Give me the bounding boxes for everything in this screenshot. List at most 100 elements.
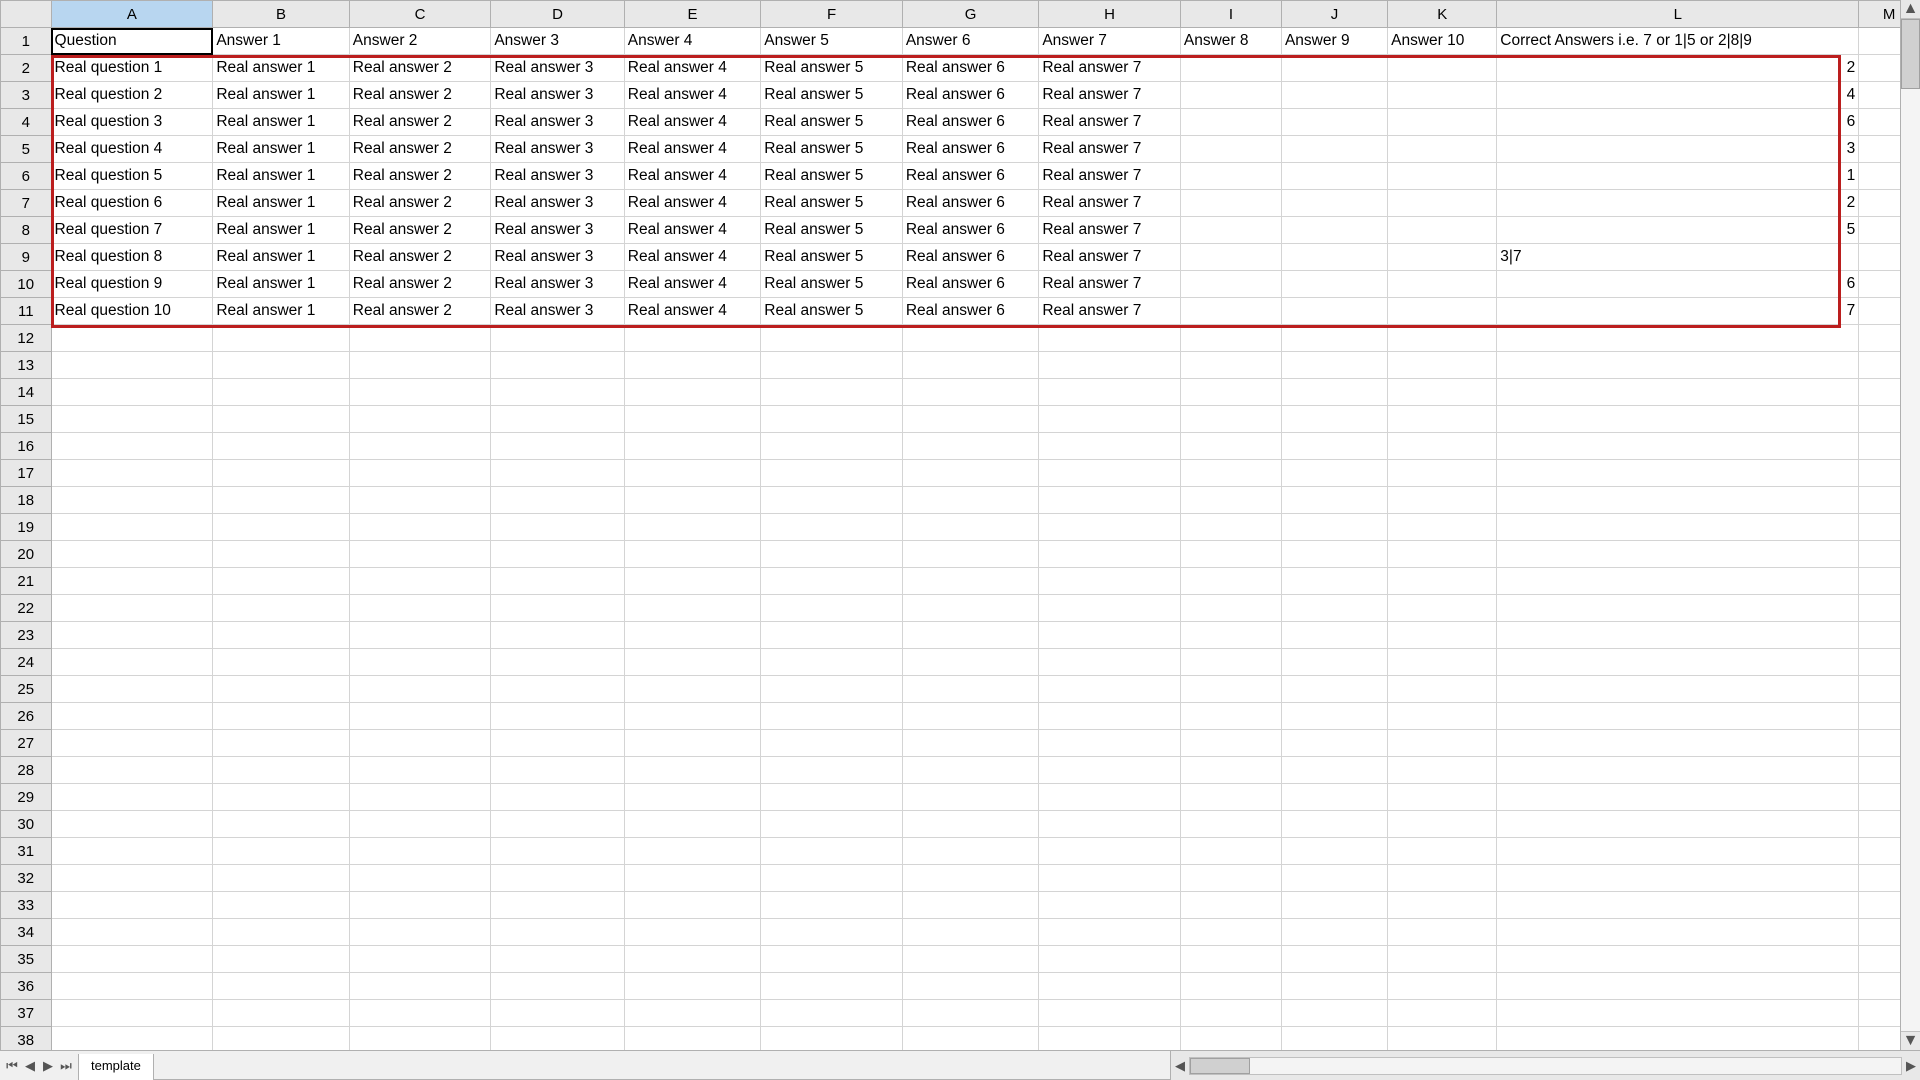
- cell-C4[interactable]: Real answer 2: [349, 109, 491, 136]
- cell-L33[interactable]: [1497, 892, 1859, 919]
- cell-C22[interactable]: [349, 595, 491, 622]
- cell-G29[interactable]: [902, 784, 1038, 811]
- cell-F32[interactable]: [761, 865, 903, 892]
- cell-C17[interactable]: [349, 460, 491, 487]
- cell-A34[interactable]: [51, 919, 213, 946]
- cell-B22[interactable]: [213, 595, 349, 622]
- cell-J29[interactable]: [1281, 784, 1387, 811]
- cell-L29[interactable]: [1497, 784, 1859, 811]
- cell-C16[interactable]: [349, 433, 491, 460]
- cell-J22[interactable]: [1281, 595, 1387, 622]
- cell-L1[interactable]: Correct Answers i.e. 7 or 1|5 or 2|8|9: [1497, 28, 1859, 55]
- cell-K9[interactable]: [1388, 244, 1497, 271]
- row-header-35[interactable]: 35: [1, 946, 52, 973]
- cell-A18[interactable]: [51, 487, 213, 514]
- row-header-10[interactable]: 10: [1, 271, 52, 298]
- cell-C18[interactable]: [349, 487, 491, 514]
- cell-D22[interactable]: [491, 595, 624, 622]
- row-header-19[interactable]: 19: [1, 514, 52, 541]
- cell-F16[interactable]: [761, 433, 903, 460]
- cell-C33[interactable]: [349, 892, 491, 919]
- cell-G16[interactable]: [902, 433, 1038, 460]
- cell-G2[interactable]: Real answer 6: [902, 55, 1038, 82]
- cell-A24[interactable]: [51, 649, 213, 676]
- cell-H27[interactable]: [1039, 730, 1181, 757]
- cell-I25[interactable]: [1180, 676, 1281, 703]
- cell-C25[interactable]: [349, 676, 491, 703]
- cell-D15[interactable]: [491, 406, 624, 433]
- cell-G18[interactable]: [902, 487, 1038, 514]
- cell-D5[interactable]: Real answer 3: [491, 136, 624, 163]
- cell-E24[interactable]: [624, 649, 760, 676]
- cell-J26[interactable]: [1281, 703, 1387, 730]
- row-header-29[interactable]: 29: [1, 784, 52, 811]
- cell-B23[interactable]: [213, 622, 349, 649]
- cell-H34[interactable]: [1039, 919, 1181, 946]
- cell-J23[interactable]: [1281, 622, 1387, 649]
- scroll-left-button[interactable]: ◀: [1171, 1057, 1189, 1075]
- cell-L38[interactable]: [1497, 1027, 1859, 1051]
- cell-I9[interactable]: [1180, 244, 1281, 271]
- cell-D8[interactable]: Real answer 3: [491, 217, 624, 244]
- cell-C23[interactable]: [349, 622, 491, 649]
- vertical-scrollbar[interactable]: ▲ ▼: [1900, 0, 1920, 1050]
- cell-I33[interactable]: [1180, 892, 1281, 919]
- cell-K12[interactable]: [1388, 325, 1497, 352]
- tab-first-button[interactable]: ⏮: [4, 1058, 20, 1074]
- cell-F3[interactable]: Real answer 5: [761, 82, 903, 109]
- cell-B13[interactable]: [213, 352, 349, 379]
- cell-J19[interactable]: [1281, 514, 1387, 541]
- cell-E35[interactable]: [624, 946, 760, 973]
- cell-G13[interactable]: [902, 352, 1038, 379]
- column-header-K[interactable]: K: [1388, 1, 1497, 28]
- column-header-B[interactable]: B: [213, 1, 349, 28]
- cell-L37[interactable]: [1497, 1000, 1859, 1027]
- cell-B7[interactable]: Real answer 1: [213, 190, 349, 217]
- cell-G7[interactable]: Real answer 6: [902, 190, 1038, 217]
- cell-G35[interactable]: [902, 946, 1038, 973]
- cell-I30[interactable]: [1180, 811, 1281, 838]
- cell-L12[interactable]: [1497, 325, 1859, 352]
- cell-A7[interactable]: Real question 6: [51, 190, 213, 217]
- cell-C11[interactable]: Real answer 2: [349, 298, 491, 325]
- cell-C26[interactable]: [349, 703, 491, 730]
- cell-I29[interactable]: [1180, 784, 1281, 811]
- cell-J8[interactable]: [1281, 217, 1387, 244]
- cell-A36[interactable]: [51, 973, 213, 1000]
- cell-F12[interactable]: [761, 325, 903, 352]
- row-header-4[interactable]: 4: [1, 109, 52, 136]
- cell-H5[interactable]: Real answer 7: [1039, 136, 1181, 163]
- cell-A5[interactable]: Real question 4: [51, 136, 213, 163]
- cell-E21[interactable]: [624, 568, 760, 595]
- cell-E27[interactable]: [624, 730, 760, 757]
- row-header-2[interactable]: 2: [1, 55, 52, 82]
- cell-I23[interactable]: [1180, 622, 1281, 649]
- cell-C20[interactable]: [349, 541, 491, 568]
- cell-K7[interactable]: [1388, 190, 1497, 217]
- cell-E3[interactable]: Real answer 4: [624, 82, 760, 109]
- cell-I38[interactable]: [1180, 1027, 1281, 1051]
- cell-J36[interactable]: [1281, 973, 1387, 1000]
- cell-A25[interactable]: [51, 676, 213, 703]
- cell-K6[interactable]: [1388, 163, 1497, 190]
- cell-D35[interactable]: [491, 946, 624, 973]
- cell-E7[interactable]: Real answer 4: [624, 190, 760, 217]
- cell-B21[interactable]: [213, 568, 349, 595]
- cell-E8[interactable]: Real answer 4: [624, 217, 760, 244]
- cell-B30[interactable]: [213, 811, 349, 838]
- cell-F9[interactable]: Real answer 5: [761, 244, 903, 271]
- cell-G20[interactable]: [902, 541, 1038, 568]
- cell-A3[interactable]: Real question 2: [51, 82, 213, 109]
- cell-F20[interactable]: [761, 541, 903, 568]
- cell-E16[interactable]: [624, 433, 760, 460]
- cell-J34[interactable]: [1281, 919, 1387, 946]
- cell-H38[interactable]: [1039, 1027, 1181, 1051]
- cell-D29[interactable]: [491, 784, 624, 811]
- cell-B18[interactable]: [213, 487, 349, 514]
- cell-I18[interactable]: [1180, 487, 1281, 514]
- cell-H20[interactable]: [1039, 541, 1181, 568]
- column-header-C[interactable]: C: [349, 1, 491, 28]
- row-header-25[interactable]: 25: [1, 676, 52, 703]
- cell-L27[interactable]: [1497, 730, 1859, 757]
- cell-H31[interactable]: [1039, 838, 1181, 865]
